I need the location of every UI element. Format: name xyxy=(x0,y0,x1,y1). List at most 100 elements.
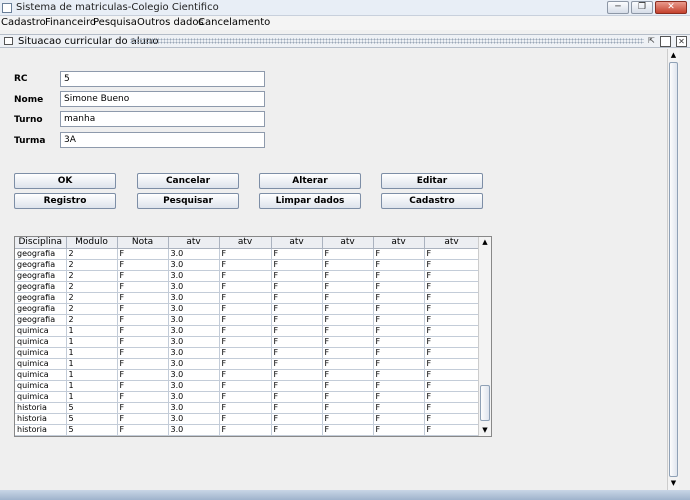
table-cell[interactable]: F xyxy=(373,259,425,271)
table-cell[interactable]: F xyxy=(424,270,480,282)
table-cell[interactable]: 2 xyxy=(66,303,118,315)
table-row[interactable]: geografia 2 F 3.0 F F F F F xyxy=(15,303,480,315)
column-header[interactable]: Disciplina xyxy=(15,237,67,249)
table-cell[interactable]: F xyxy=(373,435,425,436)
table-row[interactable]: historia 5 F 3.0 F F F F F xyxy=(15,424,480,436)
table-cell[interactable]: 1 xyxy=(66,325,118,337)
table-cell[interactable]: F xyxy=(424,391,480,403)
menu-pesquisa[interactable]: Pesquisa xyxy=(93,17,137,28)
table-cell[interactable]: 1 xyxy=(66,336,118,348)
table-cell[interactable]: F xyxy=(373,303,425,315)
pesquisar-button[interactable]: Pesquisar xyxy=(137,193,239,209)
table-cell[interactable]: F xyxy=(322,325,374,337)
table-cell[interactable]: F xyxy=(117,325,169,337)
editar-button[interactable]: Editar xyxy=(381,173,483,189)
table-cell[interactable]: F xyxy=(373,347,425,359)
table-cell[interactable]: F xyxy=(117,424,169,436)
table-cell[interactable]: 3.0 xyxy=(168,413,220,425)
table-row[interactable]: quimica 1 F 3.0 F F F F F xyxy=(15,380,480,392)
table-cell[interactable]: F xyxy=(373,424,425,436)
table-cell[interactable]: F xyxy=(271,413,323,425)
table-row[interactable]: geografia 2 F 3.0 F F F F F xyxy=(15,314,480,326)
table-cell[interactable]: F xyxy=(424,402,480,414)
internal-frame-titlebar[interactable]: Situacao curricular do aluno ⇱ ✕ xyxy=(0,34,690,48)
menu-financeiro[interactable]: Financeiro xyxy=(45,17,96,28)
frame-maximize-icon[interactable] xyxy=(660,36,671,47)
table-cell[interactable]: F xyxy=(424,424,480,436)
table-cell[interactable]: F xyxy=(424,413,480,425)
frame-close-icon[interactable]: ✕ xyxy=(676,36,687,47)
table-cell[interactable]: 2 xyxy=(66,281,118,293)
table-cell[interactable]: 5 xyxy=(66,424,118,436)
table-cell[interactable]: historia xyxy=(15,435,67,436)
table-cell[interactable]: quimica xyxy=(15,336,67,348)
table-cell[interactable]: F xyxy=(322,259,374,271)
disciplinas-table[interactable]: Disciplina Modulo Nota atv atv atv atv atv atv g… xyxy=(14,236,492,437)
table-cell[interactable]: F xyxy=(117,292,169,304)
table-cell[interactable]: F xyxy=(271,358,323,370)
table-row[interactable]: quimica 1 F 3.0 F F F F F xyxy=(15,325,480,337)
table-cell[interactable]: 1 xyxy=(66,380,118,392)
table-cell[interactable]: F xyxy=(117,336,169,348)
table-cell[interactable]: F xyxy=(322,369,374,381)
table-cell[interactable] xyxy=(168,435,220,436)
nome-field[interactable]: Simone Bueno xyxy=(60,91,265,107)
table-cell[interactable]: F xyxy=(117,413,169,425)
table-cell[interactable]: F xyxy=(271,314,323,326)
table-cell[interactable]: F xyxy=(322,380,374,392)
table-cell[interactable]: F xyxy=(117,369,169,381)
table-cell[interactable]: geografia xyxy=(15,270,67,282)
table-cell[interactable]: F xyxy=(219,424,272,436)
registro-button[interactable]: Registro xyxy=(14,193,116,209)
table-cell[interactable]: F xyxy=(271,435,323,436)
table-cell[interactable]: F xyxy=(219,325,272,337)
table-cell[interactable]: F xyxy=(219,413,272,425)
table-cell[interactable]: quimica xyxy=(15,369,67,381)
table-cell[interactable]: F xyxy=(322,424,374,436)
table-cell[interactable]: F xyxy=(219,391,272,403)
table-cell[interactable]: F xyxy=(117,303,169,315)
table-cell[interactable]: 3.0 xyxy=(168,369,220,381)
table-cell[interactable]: F xyxy=(219,402,272,414)
column-header[interactable]: atv xyxy=(168,237,220,249)
table-cell[interactable]: F xyxy=(117,435,169,436)
column-header[interactable]: Modulo xyxy=(66,237,118,249)
column-header[interactable]: atv xyxy=(373,237,425,249)
table-cell[interactable]: geografia xyxy=(15,259,67,271)
column-header[interactable]: atv xyxy=(219,237,272,249)
table-scroll-thumb[interactable] xyxy=(480,385,490,421)
table-row[interactable]: geografia 2 F 3.0 F F F F F xyxy=(15,281,480,293)
table-cell[interactable]: F xyxy=(322,270,374,282)
table-cell[interactable]: F xyxy=(117,402,169,414)
table-cell[interactable]: F xyxy=(373,369,425,381)
table-cell[interactable]: F xyxy=(219,281,272,293)
rc-field[interactable]: 5 xyxy=(60,71,265,87)
table-cell[interactable]: F xyxy=(322,391,374,403)
menu-cancelamento[interactable]: Cancelamento xyxy=(198,17,270,28)
column-header[interactable]: atv xyxy=(322,237,374,249)
table-cell[interactable]: historia xyxy=(15,402,67,414)
table-cell[interactable]: F xyxy=(322,402,374,414)
table-cell[interactable]: F xyxy=(373,248,425,260)
table-row[interactable]: geografia 2 F 3.0 F F F F F xyxy=(15,259,480,271)
arrow-down-icon[interactable]: ▼ xyxy=(668,478,679,489)
table-cell[interactable]: 2 xyxy=(66,314,118,326)
table-cell[interactable]: 3.0 xyxy=(168,314,220,326)
table-cell[interactable]: F xyxy=(322,303,374,315)
table-cell[interactable]: F xyxy=(219,314,272,326)
table-cell[interactable]: 5 xyxy=(66,402,118,414)
table-cell[interactable]: geografia xyxy=(15,314,67,326)
main-scroll-thumb[interactable] xyxy=(669,62,678,477)
table-cell[interactable]: F xyxy=(117,314,169,326)
table-cell[interactable]: F xyxy=(219,380,272,392)
table-cell[interactable]: 3.0 xyxy=(168,391,220,403)
minimize-icon[interactable]: ─ xyxy=(607,1,629,14)
arrow-up-icon[interactable]: ▲ xyxy=(479,237,491,248)
table-cell[interactable]: 2 xyxy=(66,292,118,304)
table-cell[interactable]: F xyxy=(424,259,480,271)
table-cell[interactable]: F xyxy=(117,391,169,403)
table-cell[interactable]: 3.0 xyxy=(168,270,220,282)
menu-outros-dados[interactable]: Outros dados xyxy=(137,17,204,28)
table-cell[interactable]: F xyxy=(373,270,425,282)
table-cell[interactable]: F xyxy=(322,292,374,304)
